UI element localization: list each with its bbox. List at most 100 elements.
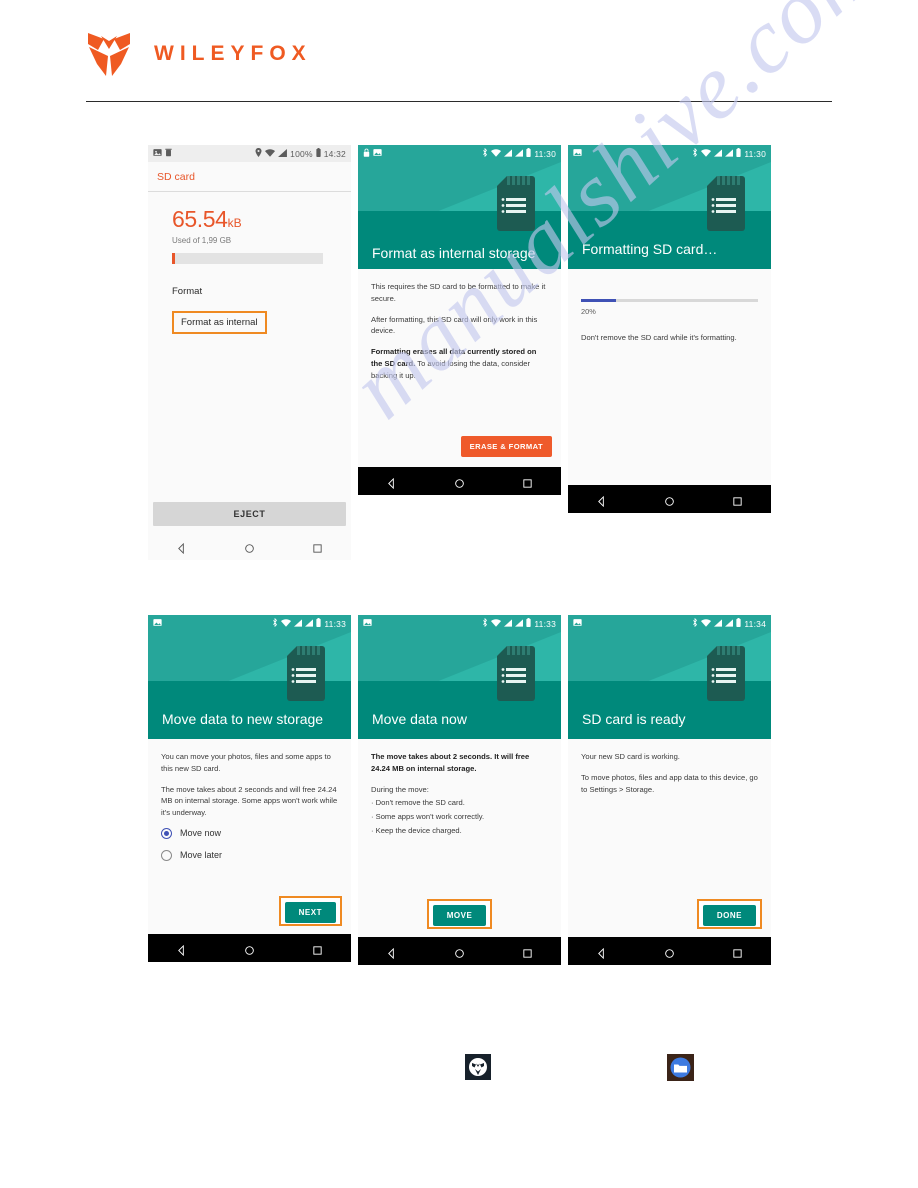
recents-square-icon[interactable] [522, 946, 533, 958]
location-icon [255, 148, 262, 159]
clock-label: 11:34 [744, 618, 766, 629]
menu-item-format-as-internal[interactable]: Format as internal [172, 311, 267, 334]
back-triangle-icon[interactable] [176, 943, 187, 956]
body-paragraph: You can move your photos, files and some… [161, 752, 331, 773]
app-icon-row [0, 1050, 918, 1090]
screen-title: Formatting SD card… [582, 240, 718, 257]
clock-label: 11:30 [744, 148, 766, 159]
back-triangle-icon[interactable] [386, 476, 397, 489]
hero-header: Move data now [358, 632, 561, 739]
body-paragraph: The move takes about 2 seconds and will … [161, 784, 338, 818]
wifi-icon [491, 148, 502, 159]
radio-selected-icon[interactable] [161, 827, 172, 839]
spacer [148, 392, 351, 502]
progress-fill [581, 299, 617, 302]
clock-label: 11:33 [534, 618, 556, 629]
action-row: NEXT [148, 896, 351, 934]
screenshot-sd-card-settings: 100% 14:32 SD card 65.54kB Used of 1,99 … [148, 145, 351, 560]
progress-note: Don't remove the SD card while it's form… [581, 333, 737, 342]
action-row: ERASE & FORMAT [358, 436, 561, 467]
home-circle-icon[interactable] [454, 476, 465, 488]
screenshot-move-data-now: 11:33 Move data now The move takes about… [358, 615, 561, 965]
screenshot-icon [573, 618, 582, 629]
warning-paragraph: Formatting erases all data currently sto… [371, 346, 548, 381]
home-circle-icon[interactable] [664, 946, 675, 958]
move-options-group: Move now Move later [161, 827, 338, 861]
move-button[interactable]: MOVE [432, 905, 487, 926]
signal-icon [725, 148, 734, 159]
document-page: WILEYFOX manualshive.com 100% 14:32 SD c… [0, 0, 918, 1188]
app-bar: SD card [148, 162, 351, 192]
recents-square-icon[interactable] [732, 946, 743, 958]
home-circle-icon[interactable] [244, 541, 255, 553]
battery-icon [316, 618, 321, 629]
recents-square-icon[interactable] [732, 494, 743, 506]
action-row: DONE [568, 899, 771, 937]
screen-title: Move data to new storage [162, 710, 324, 727]
body-paragraph: This requires the SD card to be formatte… [371, 282, 546, 303]
next-button[interactable]: NEXT [284, 902, 336, 923]
signal-icon [515, 618, 524, 629]
battery-percent-label: 100% [290, 148, 313, 159]
body-paragraph: To move photos, files and app data to th… [581, 772, 758, 794]
done-button[interactable]: DONE [702, 905, 756, 926]
wifi-icon [701, 618, 712, 629]
bluetooth-icon [692, 147, 698, 159]
hero-header: Move data to new storage [148, 632, 351, 739]
screenshot-move-data-to-new-storage: 11:33 Move data to new storage You can m… [148, 615, 351, 962]
navigation-bar [148, 532, 351, 560]
bluetooth-icon [272, 617, 278, 629]
progress-label: 20% [581, 307, 596, 316]
list-item: · Some apps won't work correctly. [371, 812, 485, 822]
back-triangle-icon[interactable] [386, 946, 397, 959]
signal-icon [294, 618, 303, 629]
lead-paragraph: The move takes about 2 seconds. It will … [371, 752, 530, 773]
menu-item-format[interactable]: Format [172, 286, 337, 297]
content-pane: You can move your photos, files and some… [148, 739, 351, 896]
clock-label: 14:32 [323, 148, 346, 159]
content-pane: This requires the SD card to be formatte… [358, 269, 561, 436]
sd-card-icon [493, 176, 539, 237]
storage-summary: 65.54kB Used of 1,99 GB Format Format as… [148, 192, 351, 392]
radio-label: Move now [180, 828, 222, 839]
file-manager-app-icon[interactable] [667, 1054, 694, 1081]
hero-header: Formatting SD card… [568, 162, 771, 269]
erase-and-format-button[interactable]: ERASE & FORMAT [460, 436, 552, 457]
radio-unselected-icon[interactable] [161, 849, 172, 861]
battery-icon [736, 618, 741, 629]
home-circle-icon[interactable] [244, 943, 255, 955]
storage-usage-bar [172, 253, 323, 264]
home-circle-icon[interactable] [454, 946, 465, 958]
back-triangle-icon[interactable] [596, 494, 607, 507]
body-paragraph: Your new SD card is working. [581, 752, 680, 761]
header-divider [86, 101, 832, 102]
back-triangle-icon[interactable] [176, 541, 187, 554]
navigation-bar [568, 485, 771, 513]
navigation-bar [148, 934, 351, 962]
status-bar: 11:30 [568, 145, 771, 162]
battery-icon [316, 148, 321, 159]
recents-square-icon[interactable] [522, 476, 533, 488]
status-bar: 11:33 [148, 615, 351, 632]
back-triangle-icon[interactable] [596, 946, 607, 959]
wileyfox-app-icon[interactable] [465, 1054, 491, 1080]
recents-square-icon[interactable] [312, 541, 323, 553]
bluetooth-icon [482, 617, 488, 629]
content-pane: 20% Don't remove the SD card while it's … [568, 269, 771, 485]
storage-total-label: Used of 1,99 GB [172, 236, 232, 245]
wifi-icon [701, 148, 712, 159]
recents-square-icon[interactable] [312, 943, 323, 955]
screenshot-format-as-internal: 11:30 Format as internal storage This re… [358, 145, 561, 495]
storage-used-value: 65.54kB [172, 206, 337, 233]
signal-icon [515, 148, 524, 159]
done-button-highlight: DONE [696, 899, 762, 929]
home-circle-icon[interactable] [664, 494, 675, 506]
list-item: · Don't remove the SD card. [371, 798, 465, 808]
clock-label: 11:33 [324, 618, 346, 629]
radio-option-move-later[interactable]: Move later [161, 849, 338, 861]
eject-button[interactable]: EJECT [153, 502, 346, 526]
radio-option-move-now[interactable]: Move now [161, 827, 338, 839]
progress-track [581, 299, 758, 302]
sd-card-icon [493, 646, 539, 707]
bluetooth-icon [692, 617, 698, 629]
